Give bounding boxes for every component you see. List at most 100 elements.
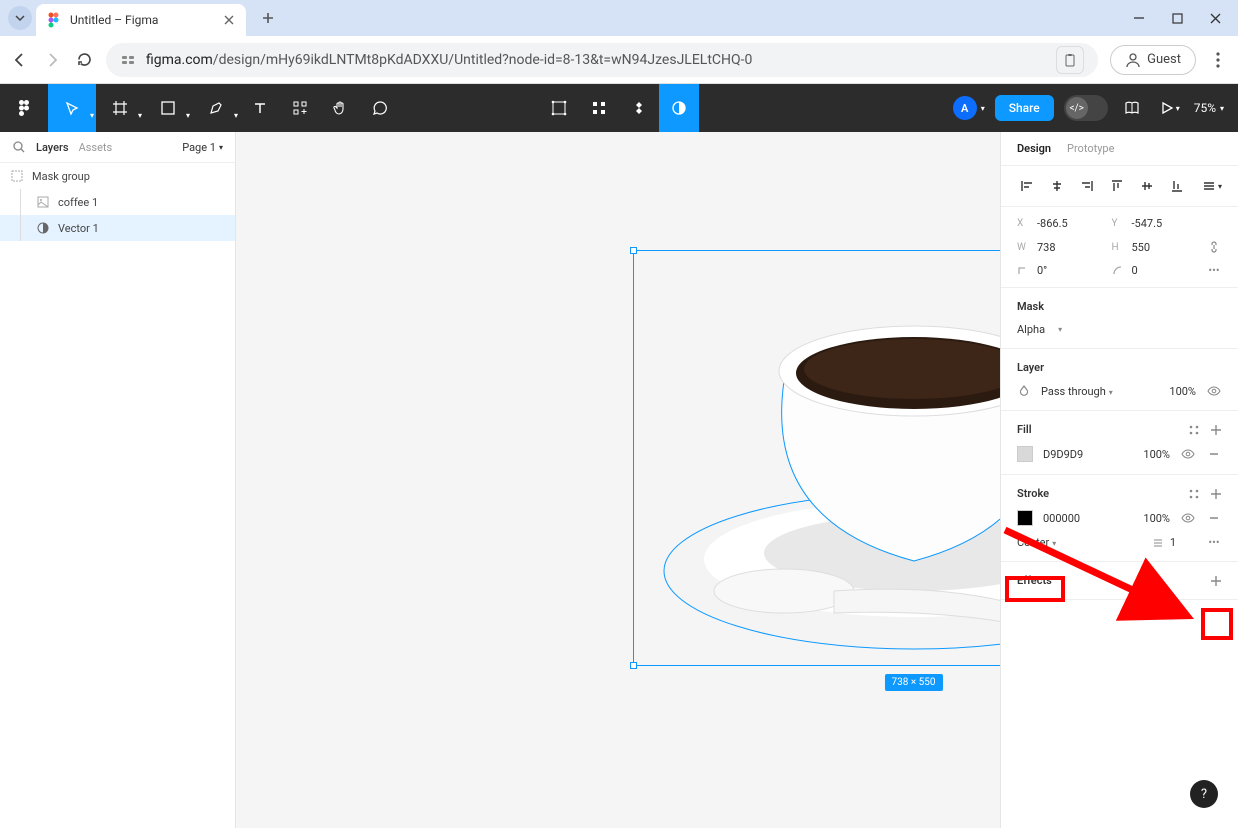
resources-tool[interactable] [280,84,320,132]
stroke-weight-icon [1152,537,1164,549]
layer-vector[interactable]: Vector 1 [0,215,235,241]
layer-title: Layer [1017,361,1222,374]
distribute-button[interactable]: ▾ [1200,174,1224,198]
remove-fill-button[interactable] [1206,448,1222,460]
move-tool[interactable]: ▾ [48,84,96,132]
boolean-icon [631,100,647,116]
user-avatar[interactable]: A ▾ [953,96,985,120]
stroke-weight-field[interactable]: 1 [1170,536,1176,549]
chevron-down-icon: ▾ [1220,104,1224,113]
dev-mode-toggle[interactable]: </> [1064,95,1108,121]
resize-handle-tl[interactable] [630,247,637,254]
frame-tool[interactable]: ▾ [96,84,144,132]
align-bottom-button[interactable] [1165,174,1189,198]
boolean-tool[interactable] [619,84,659,132]
url-box[interactable]: figma.com/design/mHy69ikdLNTMt8pKdADXXU/… [106,43,1098,77]
align-hcenter-button[interactable] [1045,174,1069,198]
main-area: Layers Assets Page 1▾ Mask group coffee … [0,132,1238,828]
browser-tab[interactable]: Untitled – Figma [36,4,246,36]
zoom-control[interactable]: 75%▾ [1194,101,1224,115]
blend-mode-dropdown[interactable]: Pass through▾ [1041,385,1113,398]
mask-tool[interactable] [579,84,619,132]
fill-hex-field[interactable]: D9D9D9 [1043,448,1083,461]
align-vcenter-button[interactable] [1135,174,1159,198]
layer-opacity-field[interactable]: 100% [1169,385,1196,398]
pen-tool[interactable]: ▾ [192,84,240,132]
layer-coffee-image[interactable]: coffee 1 [0,189,235,215]
fill-swatch[interactable] [1017,446,1033,462]
fill-section: Fill D9D9D9 100% [1001,411,1238,475]
effects-section: Effects [1001,562,1238,600]
assets-tab[interactable]: Assets [79,141,113,154]
site-settings-icon[interactable] [120,52,136,68]
back-button[interactable] [10,50,30,70]
add-effect-button[interactable] [1210,575,1222,587]
fill-opacity-field[interactable]: 100% [1143,448,1170,461]
stroke-visibility-button[interactable] [1180,511,1196,525]
close-window-button[interactable] [1208,11,1222,25]
prototype-tab[interactable]: Prototype [1067,142,1114,155]
design-tab[interactable]: Design [1017,142,1051,155]
layer-mask-group[interactable]: Mask group [0,163,235,189]
plus-icon [261,11,275,25]
component-tool[interactable] [539,84,579,132]
align-top-button[interactable] [1105,174,1129,198]
add-stroke-button[interactable] [1210,488,1222,500]
x-field[interactable]: X-866.5 [1017,217,1104,230]
align-right-button[interactable] [1075,174,1099,198]
selection-bounds[interactable]: 738 × 550 [633,250,1000,666]
mask-mode-dropdown[interactable]: Alpha▾ [1017,323,1222,336]
w-field[interactable]: W738 [1017,241,1104,254]
minimize-button[interactable] [1132,11,1146,25]
stroke-hex-field[interactable]: 000000 [1043,512,1080,525]
rectangle-icon [161,101,175,115]
mask-toggle[interactable] [659,84,699,132]
fill-styles-button[interactable] [1188,424,1200,436]
shape-tool[interactable]: ▾ [144,84,192,132]
stroke-styles-button[interactable] [1188,488,1200,500]
maximize-button[interactable] [1170,11,1184,25]
text-tool[interactable] [240,84,280,132]
clipboard-button[interactable] [1056,46,1084,74]
mask-section: Mask Alpha▾ [1001,288,1238,349]
stroke-swatch[interactable] [1017,510,1033,526]
tab-search-button[interactable] [8,6,32,30]
library-button[interactable] [1118,84,1146,132]
y-field[interactable]: Y-547.5 [1112,217,1199,230]
page-selector[interactable]: Page 1▾ [182,141,223,154]
resize-handle-bl[interactable] [630,662,637,669]
hand-tool[interactable] [320,84,360,132]
layer-label: coffee 1 [58,196,98,209]
more-options-button[interactable]: ••• [1206,264,1222,277]
h-field[interactable]: H550 [1112,241,1199,254]
visibility-icon[interactable] [1206,384,1222,398]
rotation-field[interactable]: 0° [1017,264,1104,277]
profile-button[interactable]: Guest [1110,45,1196,75]
present-button[interactable]: ▾ [1156,84,1184,132]
radius-field[interactable]: 0 [1112,264,1199,277]
constrain-proportions-button[interactable] [1206,240,1222,254]
add-fill-button[interactable] [1210,424,1222,436]
main-menu-button[interactable] [0,84,48,132]
remove-stroke-button[interactable] [1206,512,1222,524]
canvas[interactable]: 738 × 550 [236,132,1000,828]
url-text: figma.com/design/mHy69ikdLNTMt8pKdADXXU/… [146,52,752,68]
comment-tool[interactable] [360,84,400,132]
close-icon[interactable] [222,13,236,27]
coffee-cup-image [654,261,1000,661]
dimensions-badge: 738 × 550 [884,674,942,691]
share-button[interactable]: Share [995,95,1054,121]
help-button[interactable]: ? [1190,780,1218,808]
stroke-more-button[interactable]: ••• [1206,536,1222,549]
forward-button[interactable] [42,50,62,70]
stroke-opacity-field[interactable]: 100% [1143,512,1170,525]
browser-menu-button[interactable] [1208,50,1228,70]
new-tab-button[interactable] [254,4,282,32]
figma-toolbar: ▾ ▾ ▾ ▾ A ▾ Share </> ▾ [0,84,1238,132]
search-icon[interactable] [12,140,26,154]
align-left-button[interactable] [1015,174,1039,198]
stroke-align-dropdown[interactable]: Center▾ [1017,536,1056,549]
reload-button[interactable] [74,50,94,70]
layers-tab[interactable]: Layers [36,141,69,154]
fill-visibility-button[interactable] [1180,447,1196,461]
